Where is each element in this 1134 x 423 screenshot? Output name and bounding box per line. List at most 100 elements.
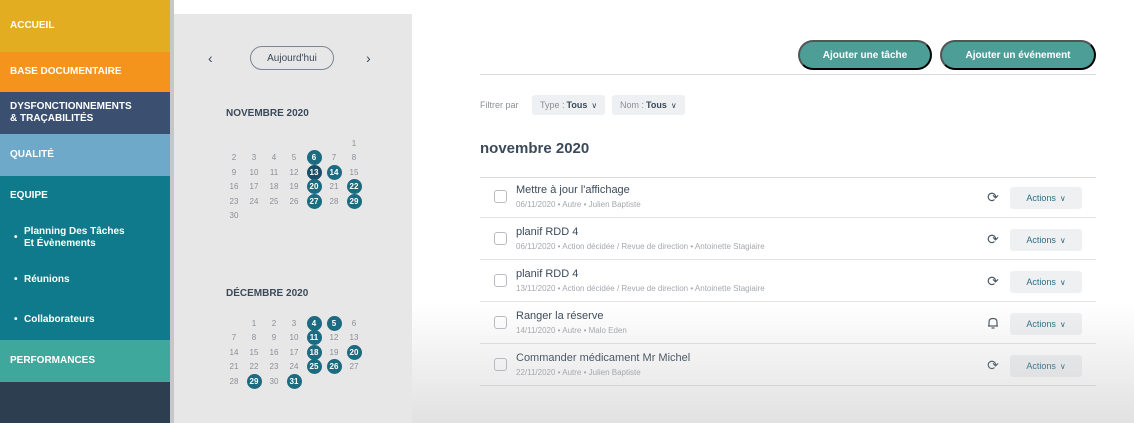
calendar-day[interactable]: 27 — [304, 193, 324, 209]
calendar-day-number: 29 — [349, 196, 359, 206]
calendar-day[interactable]: 30 — [224, 209, 244, 224]
refresh-icon[interactable]: ⟳ — [984, 356, 1002, 374]
bell-icon[interactable] — [984, 314, 1002, 332]
sidebar-item-base-documentaire[interactable]: BASE DOCUMENTAIRE — [0, 52, 172, 92]
task-checkbox[interactable] — [494, 316, 507, 329]
calendar-day[interactable]: 14 — [224, 345, 244, 360]
calendar-day[interactable]: 2 — [224, 151, 244, 166]
calendar-day[interactable]: 9 — [264, 331, 284, 346]
calendar-day[interactable]: 17 — [244, 180, 264, 195]
sidebar-subitem-planning[interactable]: • Planning Des Tâches Et Évènements — [0, 216, 172, 260]
calendar-day[interactable]: 18 — [264, 180, 284, 195]
refresh-icon[interactable]: ⟳ — [984, 230, 1002, 248]
sidebar-item-equipe[interactable]: EQUIPE — [0, 176, 172, 216]
actions-dropdown[interactable]: Actions ∨ — [1010, 313, 1082, 335]
calendar-day[interactable]: 28 — [324, 194, 344, 209]
calendar-day[interactable]: 5 — [284, 151, 304, 166]
calendar-day[interactable]: 3 — [244, 151, 264, 166]
calendar-day[interactable]: 7 — [224, 331, 244, 346]
calendar-day[interactable]: 16 — [264, 345, 284, 360]
calendar-day[interactable]: 14 — [324, 164, 344, 180]
chevron-down-icon: ∨ — [670, 100, 677, 110]
calendar-day[interactable]: 18 — [304, 344, 324, 360]
task-checkbox[interactable] — [494, 232, 507, 245]
task-row[interactable]: Ranger la réserve 14/11/2020 • Autre • M… — [480, 304, 1096, 344]
calendar-day[interactable]: 13 — [304, 164, 324, 180]
calendar-day[interactable]: 13 — [344, 331, 364, 346]
refresh-icon[interactable]: ⟳ — [984, 188, 1002, 206]
actions-dropdown[interactable]: Actions ∨ — [1010, 229, 1082, 251]
today-button[interactable]: Aujourd'hui — [250, 46, 334, 70]
sidebar-item-qualite[interactable]: QUALITÉ — [0, 134, 172, 176]
add-event-button[interactable]: Ajouter un événement — [940, 40, 1096, 70]
calendar-day[interactable]: 8 — [244, 331, 264, 346]
sidebar-item-accueil[interactable]: ACCUEIL — [0, 0, 172, 52]
calendar-day[interactable]: 1 — [344, 136, 364, 151]
sidebar-item-dysfonctionnements[interactable]: DYSFONCTIONNEMENTS & TRAÇABILITÉS — [0, 92, 172, 134]
calendar-day[interactable]: 24 — [244, 194, 264, 209]
calendar-day[interactable]: 23 — [264, 360, 284, 375]
calendar-day[interactable]: 25 — [264, 194, 284, 209]
calendar-day[interactable]: 20 — [304, 179, 324, 195]
task-checkbox[interactable] — [494, 274, 507, 287]
refresh-icon[interactable]: ⟳ — [984, 272, 1002, 290]
task-row[interactable]: planif RDD 4 13/11/2020 • Action décidée… — [480, 262, 1096, 302]
calendar-day[interactable]: 26 — [284, 194, 304, 209]
calendar-day[interactable]: 7 — [324, 151, 344, 166]
task-row[interactable]: Commander médicament Mr Michel 22/11/202… — [480, 346, 1096, 386]
calendar-day[interactable]: 2 — [264, 316, 284, 331]
add-task-button[interactable]: Ajouter une tâche — [798, 40, 932, 70]
calendar-day[interactable]: 21 — [324, 180, 344, 195]
calendar-day[interactable]: 29 — [344, 193, 364, 209]
calendar-day[interactable]: 17 — [284, 345, 304, 360]
task-checkbox[interactable] — [494, 190, 507, 203]
calendar-day[interactable]: 19 — [284, 180, 304, 195]
calendar-day[interactable]: 29 — [244, 373, 264, 389]
calendar-day[interactable]: 28 — [224, 374, 244, 389]
calendar-day[interactable]: 6 — [304, 150, 324, 166]
calendar-day[interactable]: 9 — [224, 165, 244, 180]
calendar-day[interactable]: 10 — [244, 165, 264, 180]
calendar-day[interactable]: 3 — [284, 316, 304, 331]
calendar-day[interactable]: 22 — [244, 360, 264, 375]
task-checkbox[interactable] — [494, 358, 507, 371]
calendar-day[interactable]: 6 — [344, 316, 364, 331]
sidebar-item-label: QUALITÉ — [10, 148, 54, 160]
sidebar-subitem-reunions[interactable]: • Réunions — [0, 260, 172, 300]
filter-name-dropdown[interactable]: Nom : Tous ∨ — [612, 95, 685, 115]
calendar-day[interactable]: 31 — [284, 373, 304, 389]
calendar-day[interactable]: 24 — [284, 360, 304, 375]
calendar-day[interactable]: 5 — [324, 315, 344, 331]
task-row[interactable]: planif RDD 4 06/11/2020 • Action décidée… — [480, 220, 1096, 260]
calendar-day[interactable]: 23 — [224, 194, 244, 209]
next-month-icon[interactable]: › — [366, 50, 371, 66]
actions-dropdown[interactable]: Actions ∨ — [1010, 271, 1082, 293]
actions-dropdown[interactable]: Actions ∨ — [1010, 187, 1082, 209]
actions-dropdown[interactable]: Actions ∨ — [1010, 355, 1082, 377]
calendar-day[interactable]: 25 — [304, 359, 324, 375]
calendar-day[interactable]: 27 — [344, 360, 364, 375]
sidebar-subitem-collaborateurs[interactable]: • Collaborateurs — [0, 300, 172, 340]
calendar-day[interactable]: 20 — [344, 344, 364, 360]
calendar-day[interactable]: 21 — [224, 360, 244, 375]
calendar-day[interactable]: 15 — [344, 165, 364, 180]
calendar-day[interactable]: 11 — [264, 165, 284, 180]
calendar-day[interactable]: 12 — [324, 331, 344, 346]
calendar-day[interactable]: 4 — [304, 315, 324, 331]
calendar-day[interactable]: 10 — [284, 331, 304, 346]
calendar-day[interactable]: 22 — [344, 179, 364, 195]
task-row[interactable]: Mettre à jour l'affichage 06/11/2020 • A… — [480, 178, 1096, 218]
calendar-day[interactable]: 19 — [324, 345, 344, 360]
calendar-day[interactable]: 4 — [264, 151, 284, 166]
calendar-day[interactable]: 1 — [244, 316, 264, 331]
calendar-day[interactable]: 15 — [244, 345, 264, 360]
sidebar-item-performances[interactable]: PERFORMANCES — [0, 340, 172, 382]
calendar-day[interactable]: 16 — [224, 180, 244, 195]
calendar-day[interactable]: 26 — [324, 359, 344, 375]
calendar-day[interactable]: 12 — [284, 165, 304, 180]
filter-type-dropdown[interactable]: Type : Tous ∨ — [532, 95, 606, 115]
calendar-day[interactable]: 11 — [304, 330, 324, 346]
calendar-day[interactable]: 8 — [344, 151, 364, 166]
prev-month-icon[interactable]: ‹ — [208, 50, 213, 66]
calendar-day[interactable]: 30 — [264, 374, 284, 389]
